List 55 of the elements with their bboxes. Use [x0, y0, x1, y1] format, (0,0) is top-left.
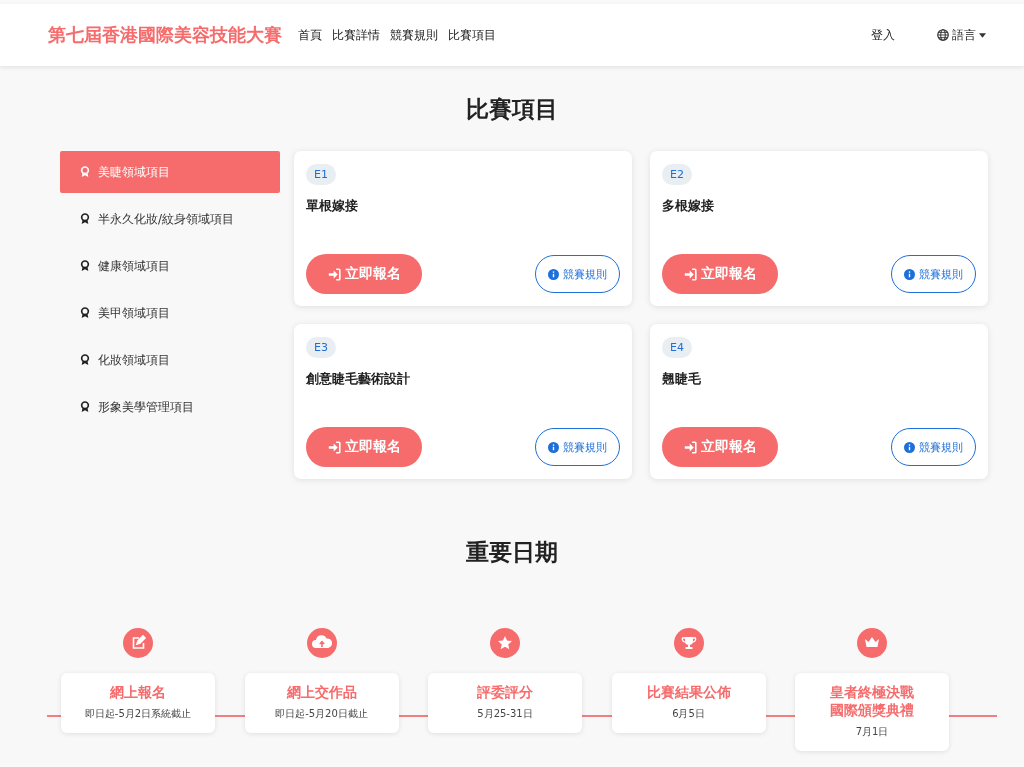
- category-item[interactable]: 半永久化妝/紋身領域項目: [60, 198, 280, 240]
- milestone-title: 網上報名: [108, 683, 167, 701]
- rules-button[interactable]: 競賽規則: [891, 255, 976, 293]
- award-icon: [80, 307, 90, 319]
- award-icon: [80, 166, 90, 178]
- project-code: E3: [306, 337, 336, 358]
- award-icon: [80, 354, 90, 366]
- globe-icon: [937, 29, 949, 41]
- rules-button[interactable]: 競賽規則: [535, 428, 620, 466]
- sign-in-icon: [327, 267, 341, 281]
- milestone-date: 6月5日: [671, 707, 706, 721]
- award-icon: [80, 260, 90, 272]
- section-title: 比賽項目: [465, 95, 559, 124]
- info-icon: [548, 268, 559, 280]
- category-item[interactable]: 健康領域項目: [60, 245, 280, 287]
- milestone-title: 網上交作品: [285, 683, 358, 701]
- milestone-title: 比賽結果公佈: [645, 683, 732, 701]
- info-icon: [904, 268, 915, 280]
- milestone-title: 皇者終極決戰 國際頒獎典禮: [829, 683, 915, 719]
- award-icon: [80, 213, 90, 225]
- project-code: E4: [662, 337, 692, 358]
- project-name: 單根嫁接: [306, 197, 358, 215]
- crown-icon: [857, 628, 887, 658]
- milestone-title: 評委評分: [476, 683, 534, 701]
- project-code: E2: [662, 164, 692, 185]
- rules-button[interactable]: 競賽規則: [891, 428, 976, 466]
- project-name: 創意睫毛藝術設計: [306, 370, 410, 388]
- login-link[interactable]: 登入: [871, 26, 895, 44]
- milestone-date: 即日起-5月20日截止: [274, 707, 369, 721]
- milestone-date: 即日起-5月2日系統截止: [83, 707, 193, 721]
- info-icon: [548, 441, 559, 453]
- sign-in-icon: [327, 440, 341, 454]
- language-dropdown[interactable]: 語言: [937, 26, 986, 44]
- nav-link[interactable]: 比賽詳情: [332, 26, 380, 44]
- category-item[interactable]: 美甲領域項目: [60, 292, 280, 334]
- project-code: E1: [306, 164, 336, 185]
- nav-link[interactable]: 比賽項目: [448, 26, 496, 44]
- info-icon: [904, 441, 915, 453]
- rules-button[interactable]: 競賽規則: [535, 255, 620, 293]
- project-name: 多根嫁接: [662, 197, 714, 215]
- cloud-upload-icon: [306, 628, 337, 658]
- edit-icon: [123, 628, 153, 658]
- category-item[interactable]: 化妝領域項目: [60, 339, 280, 381]
- sign-in-icon: [683, 440, 697, 454]
- sign-in-icon: [683, 267, 697, 281]
- project-name: 翹睫毛: [662, 370, 701, 388]
- nav-link[interactable]: 首頁: [298, 26, 322, 44]
- award-icon: [80, 401, 90, 413]
- nav-link[interactable]: 競賽規則: [390, 26, 438, 44]
- milestone-date: 5月25-31日: [476, 707, 534, 721]
- trophy-icon: [673, 628, 704, 658]
- caret-icon: [979, 32, 986, 38]
- section-title: 重要日期: [465, 538, 559, 567]
- milestone-date: 7月1日: [854, 725, 890, 739]
- category-item[interactable]: 形象美學管理項目: [60, 386, 280, 428]
